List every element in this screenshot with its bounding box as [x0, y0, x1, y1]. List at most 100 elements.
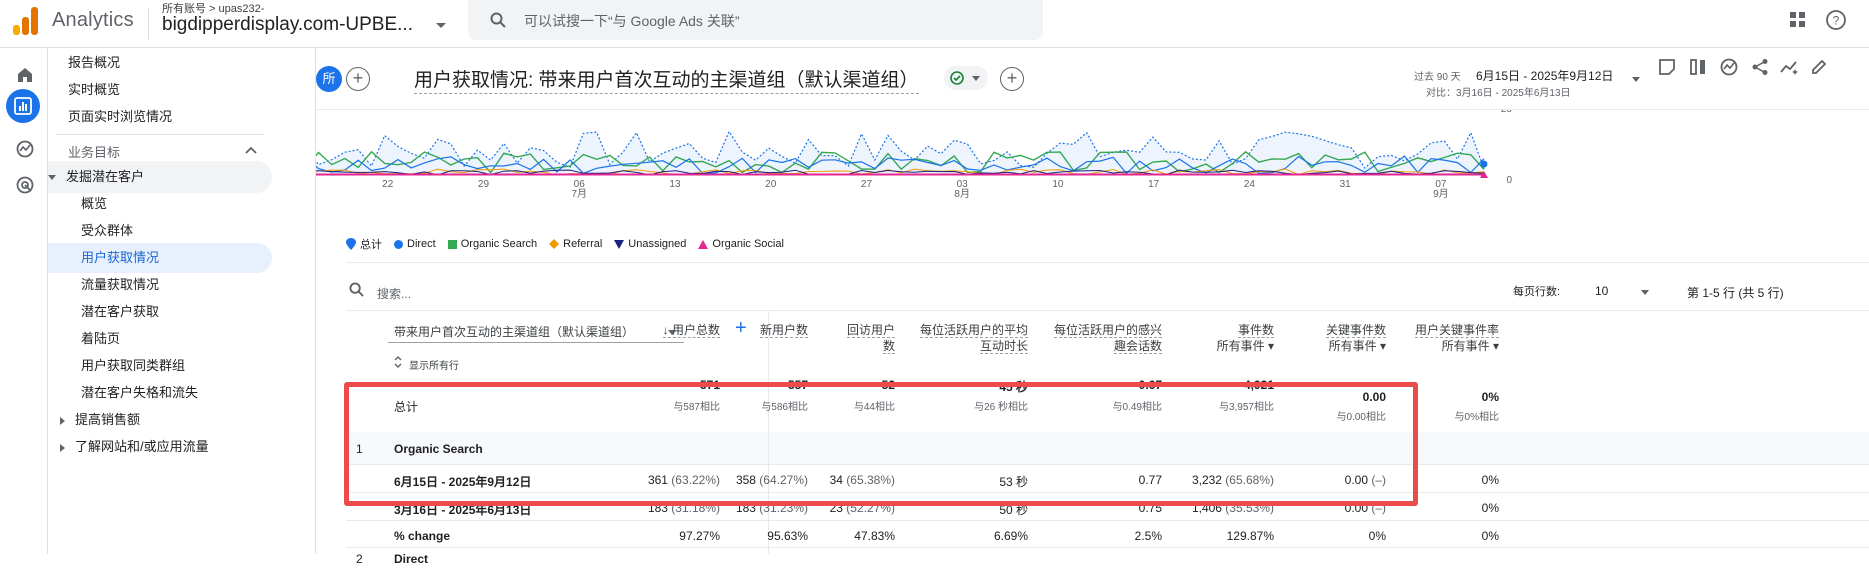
column-header[interactable]: 用户关键事件率 所有事件 ▾ — [1349, 322, 1499, 354]
table-row[interactable]: % change — [346, 521, 1869, 548]
divider — [148, 8, 149, 40]
table-cell: 129.87% — [1226, 529, 1274, 543]
column-header[interactable]: 每位活跃用户的平均 互动时长 — [878, 322, 1028, 354]
row-index: 2 — [356, 552, 363, 566]
legend-item-direct[interactable]: Direct — [394, 238, 436, 250]
sidebar-item-lead-acquisition[interactable]: 潜在客户获取 — [81, 297, 159, 327]
sidebar-section-business-objectives[interactable]: 业务目标 — [68, 142, 120, 161]
save-report-icon[interactable] — [1658, 58, 1676, 76]
search-bar[interactable]: 可以试搜一下“与 Google Ads 关联” — [468, 0, 1043, 40]
table-cell: 0% — [1368, 529, 1386, 543]
add-comparison-button[interactable]: + — [346, 67, 370, 91]
chevron-down-icon — [972, 76, 980, 81]
sidebar-group-understand-traffic[interactable]: 了解网站和/或应用流量 — [60, 432, 209, 462]
insights-icon[interactable] — [1720, 58, 1738, 76]
table-search-input[interactable]: 搜索... — [377, 285, 411, 302]
x-tick-label: 22 — [382, 179, 394, 190]
share-icon[interactable] — [1751, 58, 1769, 76]
check-circle-icon — [950, 71, 964, 85]
sidebar-group-label: 了解网站和/或应用流量 — [75, 439, 209, 454]
home-icon[interactable] — [12, 62, 38, 88]
sidebar-item-traffic-acquisition[interactable]: 流量获取情况 — [81, 270, 159, 300]
report-status-chip[interactable] — [944, 66, 988, 90]
legend-item-organic-search[interactable]: Organic Search — [447, 238, 538, 250]
sidebar-item-landing-page[interactable]: 着陆页 — [81, 324, 120, 354]
x-tick-label: 17 — [1148, 179, 1160, 190]
left-nav-rail — [0, 48, 48, 554]
y-tick-label: 0 — [1506, 175, 1512, 186]
sidebar-group-drive-sales[interactable]: 提高销售额 — [60, 405, 140, 435]
help-icon[interactable]: ? — [1826, 10, 1846, 30]
sidebar-group-generate-leads[interactable]: 发掘潜在客户 — [48, 162, 144, 192]
table-cell: 6.69% — [993, 529, 1028, 543]
legend-item-referral[interactable]: Referral — [549, 238, 602, 250]
comparison-all-users-chip[interactable]: 所 — [316, 66, 342, 92]
sidebar-item-acquisition-cohorts[interactable]: 用户获取同类群组 — [81, 351, 185, 381]
chevron-down-icon[interactable] — [1641, 290, 1649, 295]
legend-label: Unassigned — [628, 238, 687, 250]
caret-right-icon — [60, 443, 65, 452]
advertising-icon[interactable] — [12, 172, 38, 198]
legend-item-organic-social[interactable]: Organic Social — [698, 238, 784, 250]
chart-legend: 总计 Direct Organic Search Referral Unassi… — [346, 236, 784, 252]
table-cell: 0% — [1481, 473, 1499, 487]
total-compare-value: 与0%相比 — [1454, 412, 1499, 423]
sidebar-item-lead-disqualification[interactable]: 潜在客户失格和流失 — [81, 378, 198, 408]
page-title: 用户获取情况: 带来用户首次互动的主渠道组（默认渠道组） — [414, 65, 919, 94]
sidebar-item-audiences[interactable]: 受众群体 — [81, 216, 133, 246]
add-filter-button[interactable]: + — [1000, 67, 1024, 91]
divider — [346, 310, 1869, 311]
property-selector[interactable]: bigdipperdisplay.com-UPBE... — [162, 14, 413, 36]
sidebar-group-label: 发掘潜在客户 — [66, 169, 145, 184]
report-main: 所 + 用户获取情况: 带来用户首次互动的主渠道组（默认渠道组） + 过去 90… — [272, 48, 1869, 566]
table-cell: 0% — [1481, 529, 1499, 543]
x-tick-label: 10 — [1052, 179, 1064, 190]
table-cell: 0% — [1481, 501, 1499, 515]
date-compare-range[interactable]: 对比：3月16日 - 2025年6月13日 — [1426, 84, 1571, 99]
caret-right-icon — [60, 416, 65, 425]
sidebar-item-overview[interactable]: 概览 — [81, 189, 107, 219]
analytics-logo-icon[interactable] — [13, 5, 39, 35]
chevron-up-icon[interactable] — [245, 146, 257, 154]
table-cell: 47.83% — [854, 529, 895, 543]
x-tick-label: 13 — [669, 179, 681, 190]
date-range-preset[interactable]: 过去 90 天 — [1414, 68, 1461, 83]
rows-per-page-select[interactable]: 10 — [1595, 284, 1608, 298]
y-tick-label: 20 — [1501, 110, 1513, 115]
sidebar-item-realtime-overview[interactable]: 实时概览 — [68, 75, 120, 105]
report-header: 所 + 用户获取情况: 带来用户首次互动的主渠道组（默认渠道组） + 过去 90… — [316, 48, 1869, 110]
chevron-down-icon[interactable] — [436, 23, 446, 28]
explore-icon[interactable] — [12, 136, 38, 162]
sidebar-item-reports-snapshot[interactable]: 报告概况 — [68, 48, 120, 78]
x-tick-label: 20 — [765, 179, 777, 190]
table-cell: 97.27% — [679, 529, 720, 543]
legend-label: Organic Search — [460, 238, 538, 250]
legend-label: Organic Social — [712, 238, 784, 250]
product-name: Analytics — [52, 9, 134, 31]
pagination-text: 第 1-5 行 (共 5 行) — [1687, 286, 1784, 300]
row-dimension-value: Direct — [394, 552, 429, 566]
chevron-down-icon[interactable] — [1632, 77, 1640, 82]
show-all-rows-button[interactable]: 显示所有行 — [409, 357, 459, 372]
table-row[interactable]: 2 Direct — [346, 548, 1869, 578]
legend-item-unassigned[interactable]: Unassigned — [614, 238, 686, 250]
sidebar-item-user-acquisition[interactable]: 用户获取情况 — [48, 243, 272, 273]
caret-down-icon — [48, 175, 56, 181]
apps-grid-icon[interactable] — [1788, 10, 1808, 30]
row-label: % change — [394, 529, 451, 543]
reports-icon[interactable] — [6, 89, 40, 123]
legend-item-total[interactable]: 总计 — [346, 236, 382, 252]
reports-sidebar: 报告概况 实时概览 页面实时浏览情况 业务目标 发掘潜在客户 概览 受众群体 用… — [48, 48, 316, 554]
x-tick-label: 24 — [1244, 179, 1256, 190]
edit-pencil-icon[interactable] — [1810, 58, 1828, 76]
column-header[interactable]: 回访用户数 — [745, 322, 895, 354]
x-tick-label: 8月 — [954, 188, 970, 200]
top-bar: Analytics 所有账号 > upas232- bigdipperdispl… — [0, 0, 1869, 48]
search-placeholder: 可以试搜一下“与 Google Ads 关联” — [524, 13, 740, 29]
compare-columns-icon[interactable] — [1689, 58, 1707, 76]
trend-sparkle-icon[interactable] — [1780, 58, 1798, 76]
sidebar-item-realtime-pages[interactable]: 页面实时浏览情况 — [68, 102, 172, 132]
date-range[interactable]: 6月15日 - 2025年9月12日 — [1476, 67, 1613, 84]
x-tick-label: 27 — [861, 179, 873, 190]
total-value: 0% — [1481, 390, 1499, 404]
